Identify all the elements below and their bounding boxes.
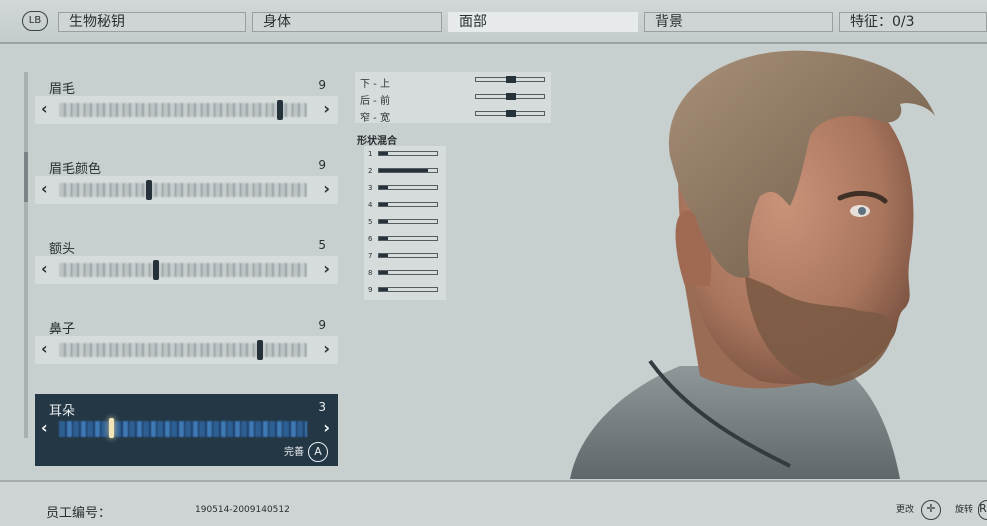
right-stick-icon[interactable]: R (978, 500, 987, 520)
slider-thumb[interactable] (257, 340, 264, 360)
lb-button-icon[interactable]: LB (22, 11, 48, 31)
blend-fill (379, 254, 388, 257)
slider-track[interactable]: ‹ › (35, 176, 338, 204)
refine-label: 完善 (284, 447, 304, 458)
slider-ears-selected[interactable]: 耳朵 3 ‹ › 完善 A (35, 394, 338, 466)
blend-slider-4[interactable] (378, 202, 438, 207)
adjust-label-narrow-wide: 窄 - 宽 (360, 113, 390, 124)
preset-strip (59, 263, 307, 277)
slider-value: 3 (318, 400, 326, 414)
chevron-right-icon[interactable]: › (323, 100, 330, 118)
character-head-illustration (570, 50, 935, 479)
slider-value: 5 (318, 238, 326, 252)
hint-rotate-label: 旋转 (955, 505, 974, 515)
blend-label: 7 (368, 252, 373, 260)
character-portrait[interactable] (510, 46, 987, 479)
hint-change-label: 更改 (896, 505, 915, 515)
blend-fill (379, 220, 388, 223)
slider-thumb[interactable] (153, 260, 160, 280)
slider-value: 9 (318, 78, 326, 92)
blend-slider-1[interactable] (378, 151, 438, 156)
top-tab-bar: LB 生物秘钥 身体 面部 背景 特征：0/3 (0, 0, 987, 44)
chevron-left-icon[interactable]: ‹ (41, 180, 48, 198)
blend-slider-9[interactable] (378, 287, 438, 292)
slider-track[interactable]: ‹ › (35, 96, 338, 124)
blend-fill (379, 288, 388, 291)
preset-strip (59, 343, 307, 357)
dpad-icon[interactable]: ✛ (921, 500, 941, 520)
slider-value: 9 (318, 318, 326, 332)
chevron-right-icon[interactable]: › (323, 260, 330, 278)
slider-track[interactable]: ‹ › (35, 256, 338, 284)
slider-thumb[interactable] (108, 418, 114, 438)
blend-fill (379, 237, 388, 240)
list-scrollbar[interactable] (24, 72, 28, 438)
slider-label: 眉毛 (49, 82, 76, 97)
blend-fill (379, 186, 388, 189)
blend-label: 2 (368, 167, 373, 175)
blend-fill (379, 203, 388, 206)
preset-strip (59, 421, 307, 437)
slider-label: 鼻子 (49, 322, 76, 337)
chevron-right-icon[interactable]: › (323, 340, 330, 358)
blend-slider-6[interactable] (378, 236, 438, 241)
blend-fill (379, 169, 429, 172)
tab-face[interactable]: 面部 (448, 12, 638, 32)
employee-id-value: 190514-2009140512 (195, 505, 290, 515)
blend-label: 9 (368, 286, 373, 294)
slider-forehead[interactable]: 额头 5 ‹ › (35, 238, 338, 284)
blend-slider-2[interactable] (378, 168, 438, 173)
slider-thumb[interactable] (277, 100, 284, 120)
blend-slider-8[interactable] (378, 270, 438, 275)
adjust-label-down-up: 下 - 上 (360, 79, 390, 90)
employee-id-label: 员工编号： (46, 506, 112, 521)
chevron-left-icon[interactable]: ‹ (41, 100, 48, 118)
preset-strip (59, 183, 307, 197)
refine-button[interactable]: 完善 A (284, 442, 328, 462)
blend-title: 形状混合 (357, 136, 397, 147)
slider-label: 耳朵 (49, 404, 76, 419)
slider-nose[interactable]: 鼻子 9 ‹ › (35, 318, 338, 364)
blend-slider-5[interactable] (378, 219, 438, 224)
chevron-left-icon[interactable]: ‹ (41, 340, 48, 358)
chevron-right-icon[interactable]: › (323, 180, 330, 198)
list-scrollbar-thumb[interactable] (24, 152, 28, 202)
blend-fill (379, 271, 388, 274)
blend-fill (379, 152, 388, 155)
slider-thumb[interactable] (145, 180, 152, 200)
tab-body[interactable]: 身体 (252, 12, 442, 32)
bottom-status-bar: 员工编号： 190514-2009140512 更改 ✛ 旋转 R (0, 480, 987, 526)
slider-label: 额头 (49, 242, 76, 257)
tab-traits[interactable]: 特征：0/3 (839, 12, 987, 32)
blend-label: 1 (368, 150, 373, 158)
chevron-left-icon[interactable]: ‹ (41, 260, 48, 278)
adjust-label-back-front: 后 - 前 (360, 96, 390, 107)
slider-eyebrows[interactable]: 眉毛 9 ‹ › (35, 78, 338, 124)
blend-label: 6 (368, 235, 373, 243)
tab-background[interactable]: 背景 (644, 12, 833, 32)
blend-panel: 1 2 3 4 5 6 7 8 9 (364, 146, 446, 300)
preset-strip (59, 103, 307, 117)
chevron-left-icon[interactable]: ‹ (41, 419, 48, 437)
blend-label: 5 (368, 218, 373, 226)
a-button-icon: A (308, 442, 328, 462)
slider-value: 9 (318, 158, 326, 172)
blend-slider-3[interactable] (378, 185, 438, 190)
chevron-right-icon[interactable]: › (323, 419, 330, 437)
slider-track[interactable]: ‹ › (35, 336, 338, 364)
blend-label: 3 (368, 184, 373, 192)
blend-label: 8 (368, 269, 373, 277)
blend-label: 4 (368, 201, 373, 209)
tab-biometric-id[interactable]: 生物秘钥 (58, 12, 246, 32)
slider-label: 眉毛颜色 (49, 162, 102, 177)
slider-eyebrow-color[interactable]: 眉毛颜色 9 ‹ › (35, 158, 338, 204)
blend-slider-7[interactable] (378, 253, 438, 258)
